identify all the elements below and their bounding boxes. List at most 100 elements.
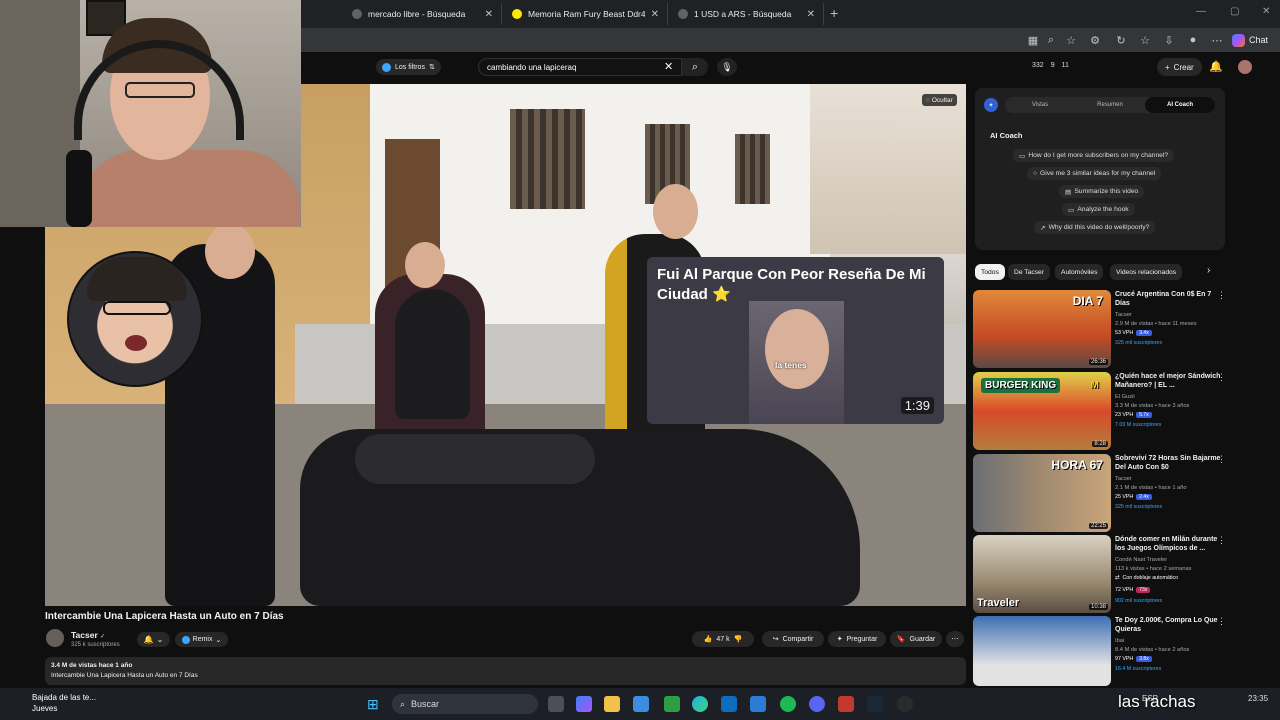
copilot-app-icon[interactable] xyxy=(576,696,592,712)
weather-widget[interactable]: Bajada de las te... Jueves xyxy=(14,692,96,714)
subscribed-bell-button[interactable]: 🔔 ⌄ xyxy=(137,632,170,647)
suggestion-summarize[interactable]: ▤ Summarize this video xyxy=(1059,185,1145,198)
more-vert-icon[interactable]: ⋮ xyxy=(1217,535,1226,546)
save-button[interactable]: 🔖 Guardar xyxy=(890,631,942,647)
end-screen-preview-card[interactable]: Fui Al Parque Con Peor Reseña De Mi Ciud… xyxy=(647,257,944,424)
share-button[interactable]: ↪ Compartir xyxy=(762,631,824,647)
filters-button[interactable]: Los filtros ⇅ xyxy=(376,59,441,75)
ai-coach-heading: AI Coach xyxy=(990,131,1023,140)
remix-button[interactable]: Remix ⌄ xyxy=(175,632,228,647)
clock[interactable]: 23:35 xyxy=(1248,694,1268,703)
chip-de-tacser[interactable]: De Tacser xyxy=(1008,264,1050,280)
channel-avatar[interactable] xyxy=(46,629,64,647)
voice-search-button[interactable]: 🎙 xyxy=(717,58,737,76)
minimize-icon[interactable]: — xyxy=(1196,6,1206,17)
microphone-icon xyxy=(66,150,92,227)
search-button[interactable]: ⌕ xyxy=(682,58,708,76)
video-thumbnail[interactable]: DIA 7 26:36 xyxy=(973,290,1111,368)
copilot-icon xyxy=(1232,33,1245,47)
edge-icon[interactable] xyxy=(692,696,708,712)
chevron-down-icon: ⌄ xyxy=(156,635,164,644)
more-menu-icon[interactable]: ⋯ xyxy=(1210,33,1224,47)
spotify-icon[interactable] xyxy=(780,696,796,712)
channel-name[interactable]: Tacser ✓ xyxy=(71,630,105,640)
windows-start-icon[interactable]: ⊞ xyxy=(367,696,383,712)
close-tab-icon[interactable]: ✕ xyxy=(485,9,493,20)
close-tab-icon[interactable]: ✕ xyxy=(651,9,659,20)
related-title: Te Doy 2.000€, Compra Lo Que Quieras xyxy=(1115,617,1218,633)
tab-resumen[interactable]: Resumen xyxy=(1075,97,1145,113)
list-item[interactable]: Traveler 10:38 Dónde comer en Milán dura… xyxy=(973,535,1273,613)
video-description[interactable]: 3.4 M de vistas hace 1 año Intercambie U… xyxy=(45,657,966,685)
ask-button[interactable]: ✦ Preguntar xyxy=(828,631,886,647)
bell-icon: 🔔 xyxy=(143,635,154,644)
xbox-icon[interactable] xyxy=(664,696,680,712)
list-item[interactable]: HORA 67 22:25 Sobreviví 72 Horas Sin Baj… xyxy=(973,454,1273,532)
list-item[interactable]: Te Doy 2.000€, Compra Lo Que Quieras Iba… xyxy=(973,616,1273,686)
tab-usd-ars[interactable]: 1 USD a ARS - Búsqueda ✕ xyxy=(670,3,824,25)
suggestion-similar-ideas[interactable]: ○ Give me 3 similar ideas for my channel xyxy=(1027,167,1162,180)
suggestion-analyze-hook[interactable]: ▭ Analyze the hook xyxy=(1062,203,1135,216)
profile-icon[interactable]: ● xyxy=(1186,33,1200,47)
video-thumbnail[interactable]: HORA 67 22:25 xyxy=(973,454,1111,532)
video-thumbnail[interactable] xyxy=(973,616,1111,686)
tab-label: mercado libre - Búsqueda xyxy=(368,9,466,19)
steam-icon[interactable] xyxy=(867,696,883,712)
tab-mercado-libre[interactable]: mercado libre - Búsqueda ✕ xyxy=(344,3,502,25)
collections-icon[interactable]: ☆ xyxy=(1138,33,1152,47)
task-view-icon[interactable] xyxy=(548,696,564,712)
account-avatar[interactable] xyxy=(1238,60,1252,74)
suggestion-why-performance[interactable]: ↗ Why did this video do well/poorly? xyxy=(1034,221,1156,234)
preview-title: Fui Al Parque Con Peor Reseña De Mi Ciud… xyxy=(657,265,937,305)
game-app-icon[interactable] xyxy=(838,696,854,712)
lightbulb-icon: ○ xyxy=(1033,170,1038,177)
extension-icon[interactable]: ⚙ xyxy=(1088,33,1102,47)
notifications-bell-icon[interactable]: 🔔 xyxy=(1209,60,1223,73)
obs-icon[interactable] xyxy=(897,696,913,712)
copilot-chat-button[interactable]: Chat xyxy=(1232,31,1268,49)
more-vert-icon[interactable]: ⋮ xyxy=(1217,454,1226,465)
related-subs: 902 mil suscriptores xyxy=(1115,598,1163,604)
suggestion-text: How do I get more subscribers on my chan… xyxy=(1028,152,1169,159)
circular-facecam xyxy=(67,251,203,387)
outlook-icon[interactable] xyxy=(721,696,737,712)
tab-memoria-ram[interactable]: Memoria Ram Fury Beast Ddr4 16... ✕ xyxy=(504,3,668,25)
download-icon[interactable]: ⇩ xyxy=(1162,33,1176,47)
video-thumbnail[interactable]: Traveler 10:38 xyxy=(973,535,1111,613)
more-vert-icon[interactable]: ⋮ xyxy=(1217,290,1226,301)
chip-videos-relacionados[interactable]: Videos relacionados xyxy=(1110,264,1183,280)
hide-overlay-button[interactable]: ◌ Ocultar xyxy=(922,94,957,106)
chip-todos[interactable]: Todos xyxy=(975,264,1005,280)
clear-search-icon[interactable]: ✕ xyxy=(664,60,673,73)
refresh-icon[interactable]: ↻ xyxy=(1114,33,1128,47)
file-explorer-icon[interactable] xyxy=(604,696,620,712)
close-window-icon[interactable]: ✕ xyxy=(1262,6,1270,17)
suggestion-more-subscribers[interactable]: ▭ How do I get more subscribers on my cha… xyxy=(1013,149,1175,162)
grid-icon[interactable]: ▦ xyxy=(1026,33,1040,47)
list-item[interactable]: BURGER KING M 8:28 ¿Quién hace el mejor … xyxy=(973,372,1273,450)
scene-head xyxy=(653,184,698,239)
chevron-right-icon[interactable]: › xyxy=(1207,265,1210,276)
more-actions-button[interactable]: ⋯ xyxy=(946,631,964,647)
like-dislike-buttons[interactable]: 👍 47 k 👎 xyxy=(692,631,754,647)
create-button[interactable]: + Crear xyxy=(1157,58,1202,76)
maximize-icon[interactable]: ▢ xyxy=(1230,6,1239,17)
discord-icon[interactable] xyxy=(809,696,825,712)
more-vert-icon[interactable]: ⋮ xyxy=(1217,616,1226,627)
zoom-icon[interactable]: ⌕ xyxy=(1044,33,1058,47)
new-tab-button[interactable]: + xyxy=(830,5,838,21)
suggestion-text: Summarize this video xyxy=(1074,188,1139,195)
facecam-hair xyxy=(87,257,187,301)
video-thumbnail[interactable]: BURGER KING M 8:28 xyxy=(973,372,1111,450)
close-tab-icon[interactable]: ✕ xyxy=(807,9,815,20)
chip-automoviles[interactable]: Automóviles xyxy=(1055,264,1104,280)
list-item[interactable]: DIA 7 26:36 Crucé Argentina Con 0$ En 7 … xyxy=(973,290,1273,368)
vscode-icon[interactable] xyxy=(750,696,766,712)
tab-vistas[interactable]: Vistas xyxy=(1005,97,1075,113)
favorite-star-icon[interactable]: ☆ xyxy=(1064,33,1078,47)
search-input[interactable]: cambiando una lapiceraq xyxy=(478,58,682,76)
tab-ai-coach[interactable]: AI Coach xyxy=(1145,97,1215,113)
store-icon[interactable] xyxy=(633,696,649,712)
taskbar-search[interactable]: ⌕ Buscar xyxy=(392,694,538,714)
more-vert-icon[interactable]: ⋮ xyxy=(1217,372,1226,383)
